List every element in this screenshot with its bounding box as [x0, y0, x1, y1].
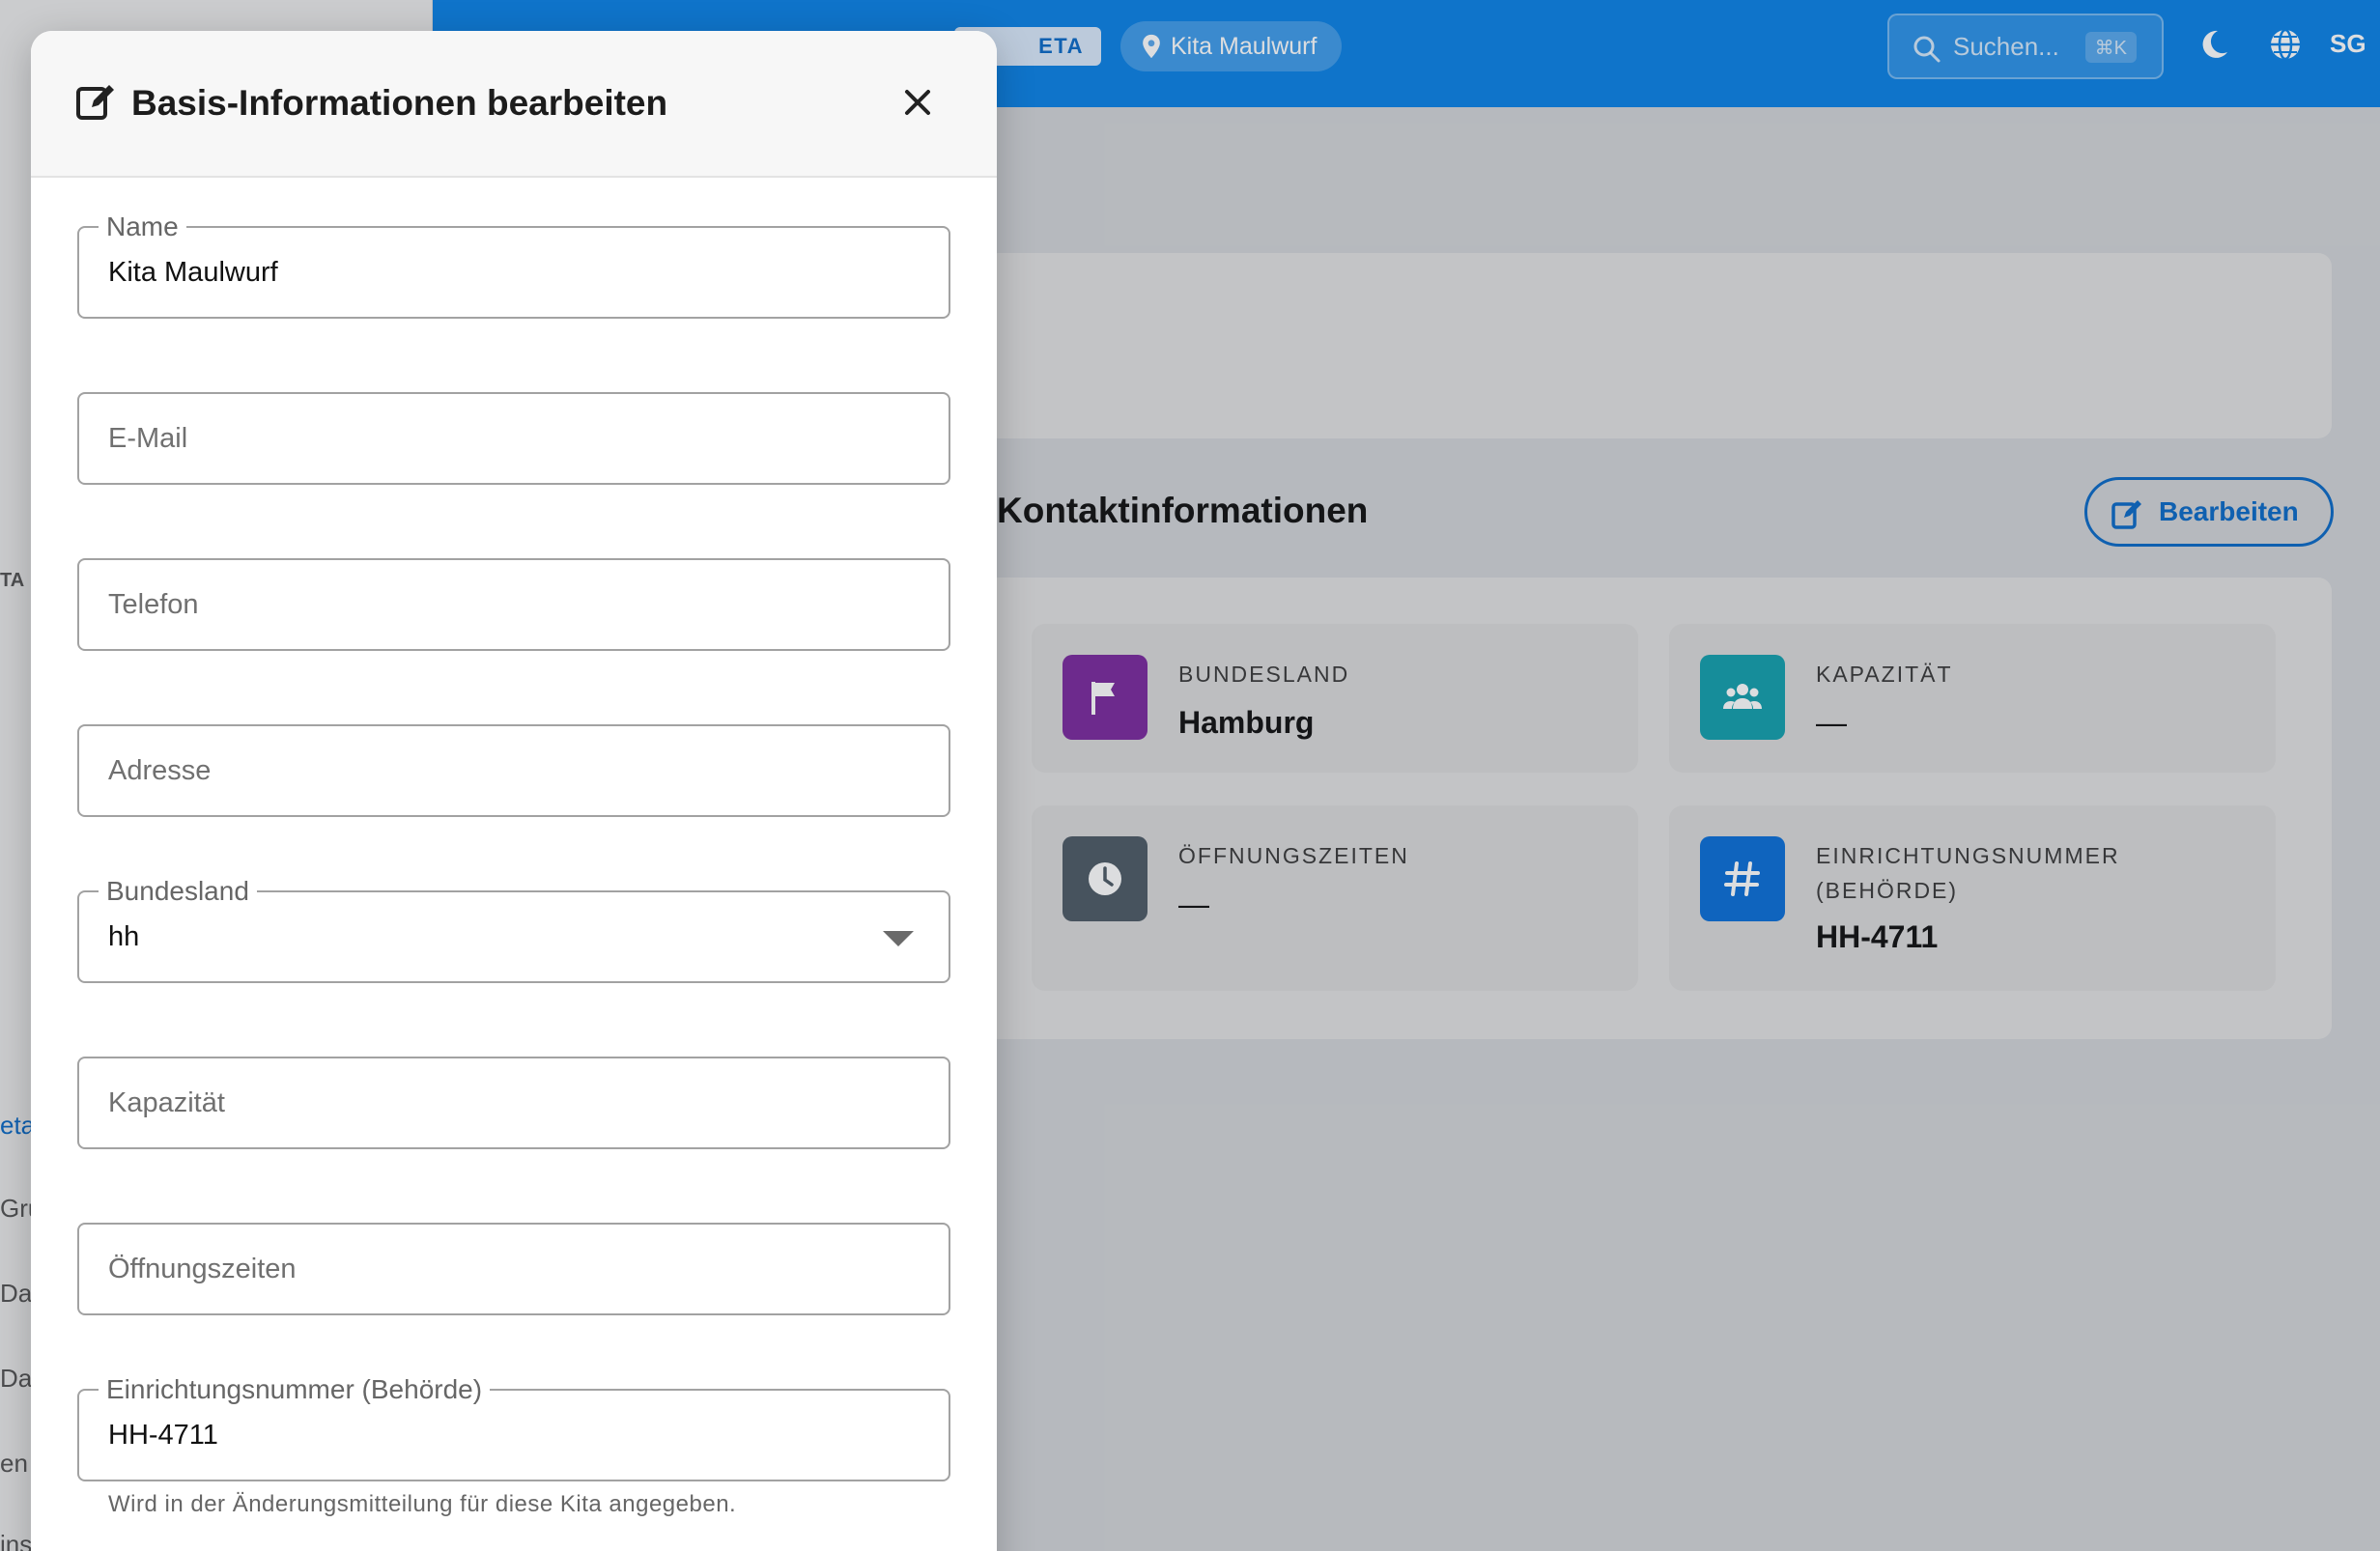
phone-field[interactable]: Telefon: [77, 558, 950, 651]
close-icon: [905, 90, 930, 115]
chevron-down-icon[interactable]: [883, 931, 914, 946]
facility-number-field[interactable]: Einrichtungsnummer (Behörde) HH-4711: [77, 1374, 950, 1481]
facility-number-helper-text: Wird in der Änderungsmitteilung für dies…: [108, 1491, 737, 1517]
field-label: Name: [99, 212, 186, 242]
field-placeholder: Kapazität: [108, 1087, 225, 1118]
field-placeholder: Öffnungszeiten: [108, 1254, 297, 1284]
name-field[interactable]: Name Kita Maulwurf: [77, 212, 950, 319]
edit-basic-info-dialog: Basis-Informationen bearbeiten Name Kita…: [31, 31, 997, 1551]
address-field[interactable]: Adresse: [77, 724, 950, 817]
field-label: Einrichtungsnummer (Behörde): [99, 1374, 491, 1405]
field-label: Bundesland: [99, 876, 257, 907]
field-placeholder: Adresse: [108, 755, 212, 786]
app-root: TA eta Gru Dat Dat en ins ETA Kita Maulw…: [0, 0, 2380, 1551]
field-value: HH-4711: [108, 1420, 218, 1451]
field-value: hh: [108, 921, 140, 952]
dialog-header: Basis-Informationen bearbeiten: [31, 31, 997, 178]
close-button[interactable]: [894, 79, 941, 126]
field-value: Kita Maulwurf: [108, 257, 278, 288]
capacity-field[interactable]: Kapazität: [77, 1057, 950, 1149]
opening-hours-field[interactable]: Öffnungszeiten: [77, 1223, 950, 1315]
state-select[interactable]: Bundesland hh: [77, 876, 950, 983]
field-placeholder: E-Mail: [108, 423, 188, 454]
email-field[interactable]: E-Mail: [77, 392, 950, 485]
field-placeholder: Telefon: [108, 589, 199, 620]
edit-icon: [76, 85, 114, 120]
dialog-title: Basis-Informationen bearbeiten: [131, 83, 668, 123]
